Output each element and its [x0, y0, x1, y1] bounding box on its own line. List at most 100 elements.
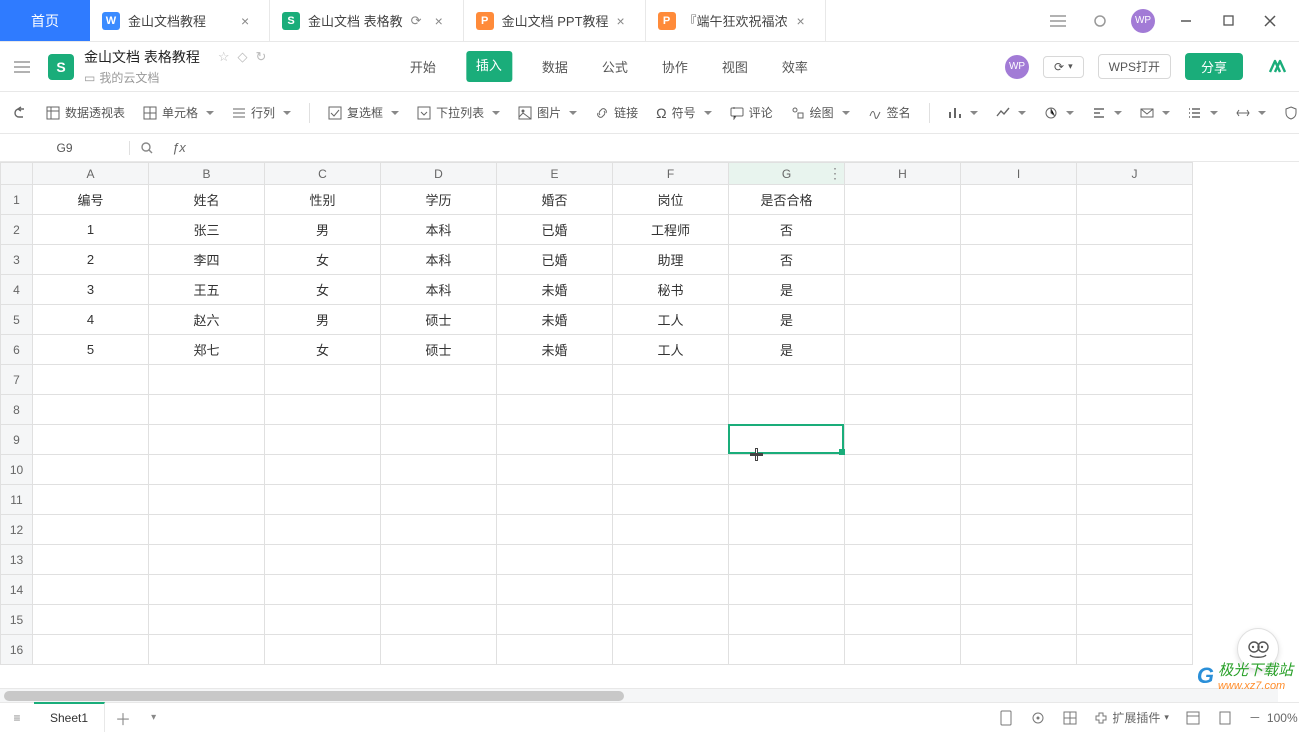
plugin-button[interactable]: 扩展插件 ▾	[1094, 709, 1169, 726]
cell[interactable]	[381, 485, 497, 515]
cell[interactable]	[381, 365, 497, 395]
cell[interactable]	[1077, 245, 1193, 275]
cell[interactable]	[497, 545, 613, 575]
cell[interactable]	[1077, 365, 1193, 395]
cell[interactable]	[961, 245, 1077, 275]
cell[interactable]	[149, 635, 265, 665]
cell[interactable]: 助理	[613, 245, 729, 275]
layout-icon[interactable]	[1185, 710, 1201, 726]
close-icon[interactable]	[1259, 10, 1281, 32]
chart-pie-button[interactable]	[1044, 106, 1074, 120]
theme-icon[interactable]	[1089, 10, 1111, 32]
cell[interactable]	[33, 605, 149, 635]
cell[interactable]	[381, 545, 497, 575]
cell[interactable]	[729, 575, 845, 605]
maximize-icon[interactable]	[1217, 10, 1239, 32]
cell[interactable]: 是	[729, 335, 845, 365]
cell[interactable]	[845, 185, 961, 215]
cell[interactable]	[265, 515, 381, 545]
cell[interactable]	[1077, 275, 1193, 305]
chart-line-button[interactable]	[996, 106, 1026, 120]
cell[interactable]: 女	[265, 275, 381, 305]
cell[interactable]	[381, 605, 497, 635]
search-icon[interactable]	[130, 141, 164, 155]
cell[interactable]	[729, 515, 845, 545]
cell[interactable]	[1077, 575, 1193, 605]
select-all-corner[interactable]	[1, 163, 33, 185]
cell[interactable]	[613, 455, 729, 485]
cell[interactable]	[845, 635, 961, 665]
chart-bar-button[interactable]	[948, 106, 978, 120]
grid-icon[interactable]	[1062, 710, 1078, 726]
zoom-out-button[interactable]: －	[1249, 709, 1261, 726]
user-avatar[interactable]: WP	[1131, 9, 1155, 33]
cell[interactable]	[33, 485, 149, 515]
cell[interactable]	[729, 635, 845, 665]
column-header[interactable]: A	[33, 163, 149, 185]
cell[interactable]: 王五	[149, 275, 265, 305]
row-header[interactable]: 11	[1, 485, 33, 515]
menu-item[interactable]: 开始	[406, 51, 440, 82]
list-button[interactable]	[1188, 106, 1218, 120]
cell[interactable]	[729, 395, 845, 425]
cell[interactable]	[265, 425, 381, 455]
checkbox-button[interactable]: 复选框	[328, 104, 399, 121]
cell[interactable]	[265, 485, 381, 515]
cell[interactable]	[1077, 635, 1193, 665]
cell[interactable]	[845, 455, 961, 485]
comment-button[interactable]: 评论	[730, 104, 773, 121]
cell[interactable]	[265, 545, 381, 575]
cell[interactable]	[33, 545, 149, 575]
cell[interactable]	[1077, 305, 1193, 335]
cell[interactable]: 男	[265, 305, 381, 335]
cell[interactable]	[265, 605, 381, 635]
cell[interactable]	[613, 635, 729, 665]
cell[interactable]: 否	[729, 215, 845, 245]
cell[interactable]	[33, 425, 149, 455]
row-header[interactable]: 5	[1, 305, 33, 335]
pivottable-button[interactable]: 数据透视表	[46, 104, 125, 121]
cell[interactable]: 工程师	[613, 215, 729, 245]
cell[interactable]	[265, 365, 381, 395]
cell[interactable]	[1077, 545, 1193, 575]
width-button[interactable]	[1236, 106, 1266, 120]
cell[interactable]	[381, 395, 497, 425]
cell[interactable]	[1077, 605, 1193, 635]
sheet-tab[interactable]: Sheet1	[34, 702, 105, 732]
cell[interactable]	[961, 215, 1077, 245]
cell[interactable]	[497, 605, 613, 635]
cell[interactable]	[961, 305, 1077, 335]
close-tab-icon[interactable]: ×	[241, 13, 257, 29]
cell[interactable]	[265, 635, 381, 665]
doc-path[interactable]: 我的云文档	[99, 69, 159, 86]
doc-tab[interactable]: P 『端午狂欢祝福浓 ×	[646, 0, 826, 41]
cell[interactable]	[1077, 485, 1193, 515]
row-header[interactable]: 15	[1, 605, 33, 635]
cell[interactable]	[497, 485, 613, 515]
add-sheet-button[interactable]: ＋	[105, 706, 141, 730]
cell[interactable]	[381, 425, 497, 455]
cell[interactable]	[845, 395, 961, 425]
row-header[interactable]: 12	[1, 515, 33, 545]
wps-open-button[interactable]: WPS打开	[1098, 54, 1171, 79]
cell[interactable]	[497, 455, 613, 485]
menu-item[interactable]: 数据	[538, 51, 572, 82]
row-header[interactable]: 14	[1, 575, 33, 605]
cell[interactable]: 未婚	[497, 275, 613, 305]
cell[interactable]: 编号	[33, 185, 149, 215]
cell[interactable]: 岗位	[613, 185, 729, 215]
cell[interactable]	[33, 395, 149, 425]
history-icon[interactable]: ↻	[256, 49, 267, 65]
spreadsheet-grid[interactable]: ABCDEFGHIJ1编号姓名性别学历婚否岗位是否合格21张三男本科已婚工程师否…	[0, 162, 1299, 688]
cell[interactable]	[497, 515, 613, 545]
menu-item[interactable]: 效率	[778, 51, 812, 82]
cell[interactable]	[961, 395, 1077, 425]
tag-icon[interactable]: ◇	[238, 49, 248, 65]
cell[interactable]: 4	[33, 305, 149, 335]
star-icon[interactable]: ☆	[218, 49, 230, 65]
cell[interactable]	[845, 215, 961, 245]
cell[interactable]: 学历	[381, 185, 497, 215]
cell-button[interactable]: 单元格	[143, 104, 214, 121]
collab-avatar[interactable]: WP	[1005, 55, 1029, 79]
cell[interactable]: 3	[33, 275, 149, 305]
